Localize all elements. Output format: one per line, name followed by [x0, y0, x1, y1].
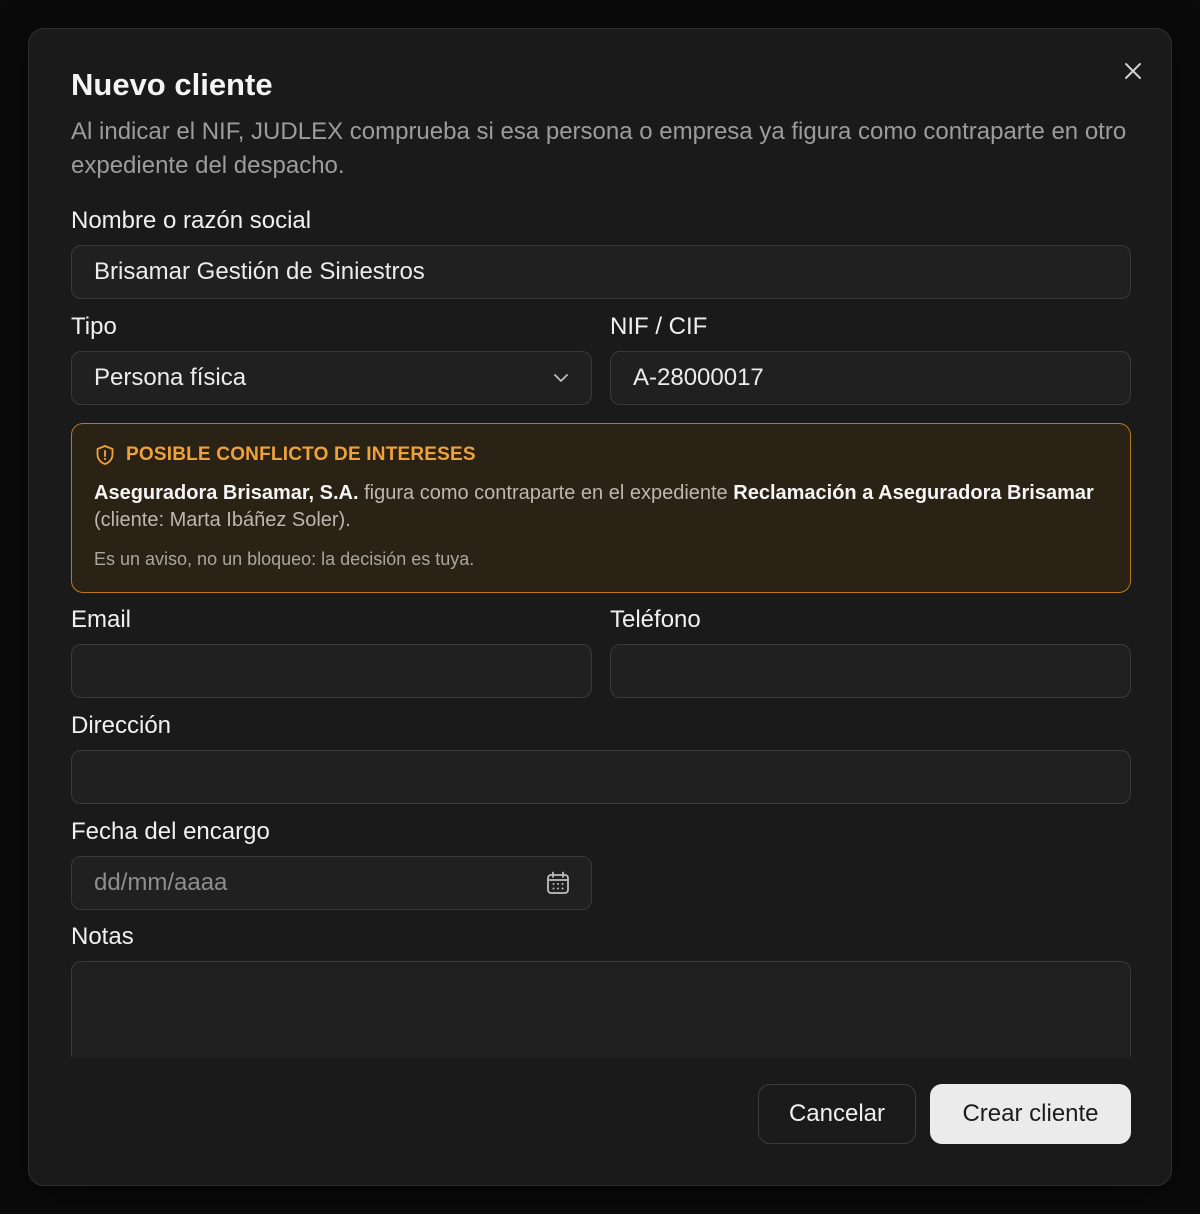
new-client-dialog: Nuevo cliente Al indicar el NIF, JUDLEX …	[28, 28, 1172, 1186]
phone-label: Teléfono	[610, 606, 701, 633]
date-input-placeholder: dd/mm/aaaa	[94, 869, 228, 896]
conflict-warning-heading: POSIBLE CONFLICTO DE INTERESES	[94, 444, 476, 466]
conflict-text-mid: figura como contraparte en el expediente	[358, 482, 734, 504]
dialog-title: Nuevo cliente	[71, 67, 273, 102]
name-input[interactable]: Brisamar Gestión de Siniestros	[71, 245, 1131, 299]
dialog-description: Al indicar el NIF, JUDLEX comprueba si e…	[71, 118, 1127, 179]
nif-input[interactable]: A-28000017	[610, 351, 1131, 405]
close-icon	[1125, 63, 1141, 79]
date-input[interactable]: dd/mm/aaaa	[71, 856, 592, 910]
cancel-button[interactable]: Cancelar	[758, 1084, 916, 1144]
type-select[interactable]: Persona física	[71, 351, 592, 405]
close-button[interactable]	[1119, 57, 1147, 85]
notes-textarea[interactable]	[71, 961, 1131, 1057]
calendar-icon[interactable]	[545, 870, 571, 896]
date-label: Fecha del encargo	[71, 818, 270, 845]
name-input-value: Brisamar Gestión de Siniestros	[94, 258, 425, 285]
type-select-value: Persona física	[94, 364, 247, 391]
address-input[interactable]	[71, 750, 1131, 804]
name-label: Nombre o razón social	[71, 207, 312, 234]
conflict-warning-title: POSIBLE CONFLICTO DE INTERESES	[126, 444, 476, 465]
conflict-client: (cliente: Marta Ibáñez Soler).	[94, 509, 351, 531]
conflict-party: Aseguradora Brisamar, S.A.	[94, 482, 359, 504]
create-client-button[interactable]: Crear cliente	[930, 1084, 1131, 1144]
conflict-warning-note: Es un aviso, no un bloqueo: la decisión …	[94, 549, 475, 569]
nif-input-value: A-28000017	[633, 364, 764, 391]
email-label: Email	[71, 606, 132, 633]
type-label: Tipo	[71, 313, 117, 340]
shield-alert-icon	[96, 445, 114, 465]
conflict-case: Reclamación a Aseguradora Brisamar	[733, 482, 1094, 504]
notes-label: Notas	[71, 923, 134, 950]
conflict-warning: POSIBLE CONFLICTO DE INTERESES Asegurado…	[71, 423, 1131, 593]
nif-label: NIF / CIF	[610, 313, 708, 340]
address-label: Dirección	[71, 712, 172, 739]
phone-input[interactable]	[610, 644, 1131, 698]
conflict-warning-text: Aseguradora Brisamar, S.A. figura como c…	[94, 480, 1104, 534]
email-input[interactable]	[71, 644, 592, 698]
chevron-down-icon	[551, 368, 571, 388]
